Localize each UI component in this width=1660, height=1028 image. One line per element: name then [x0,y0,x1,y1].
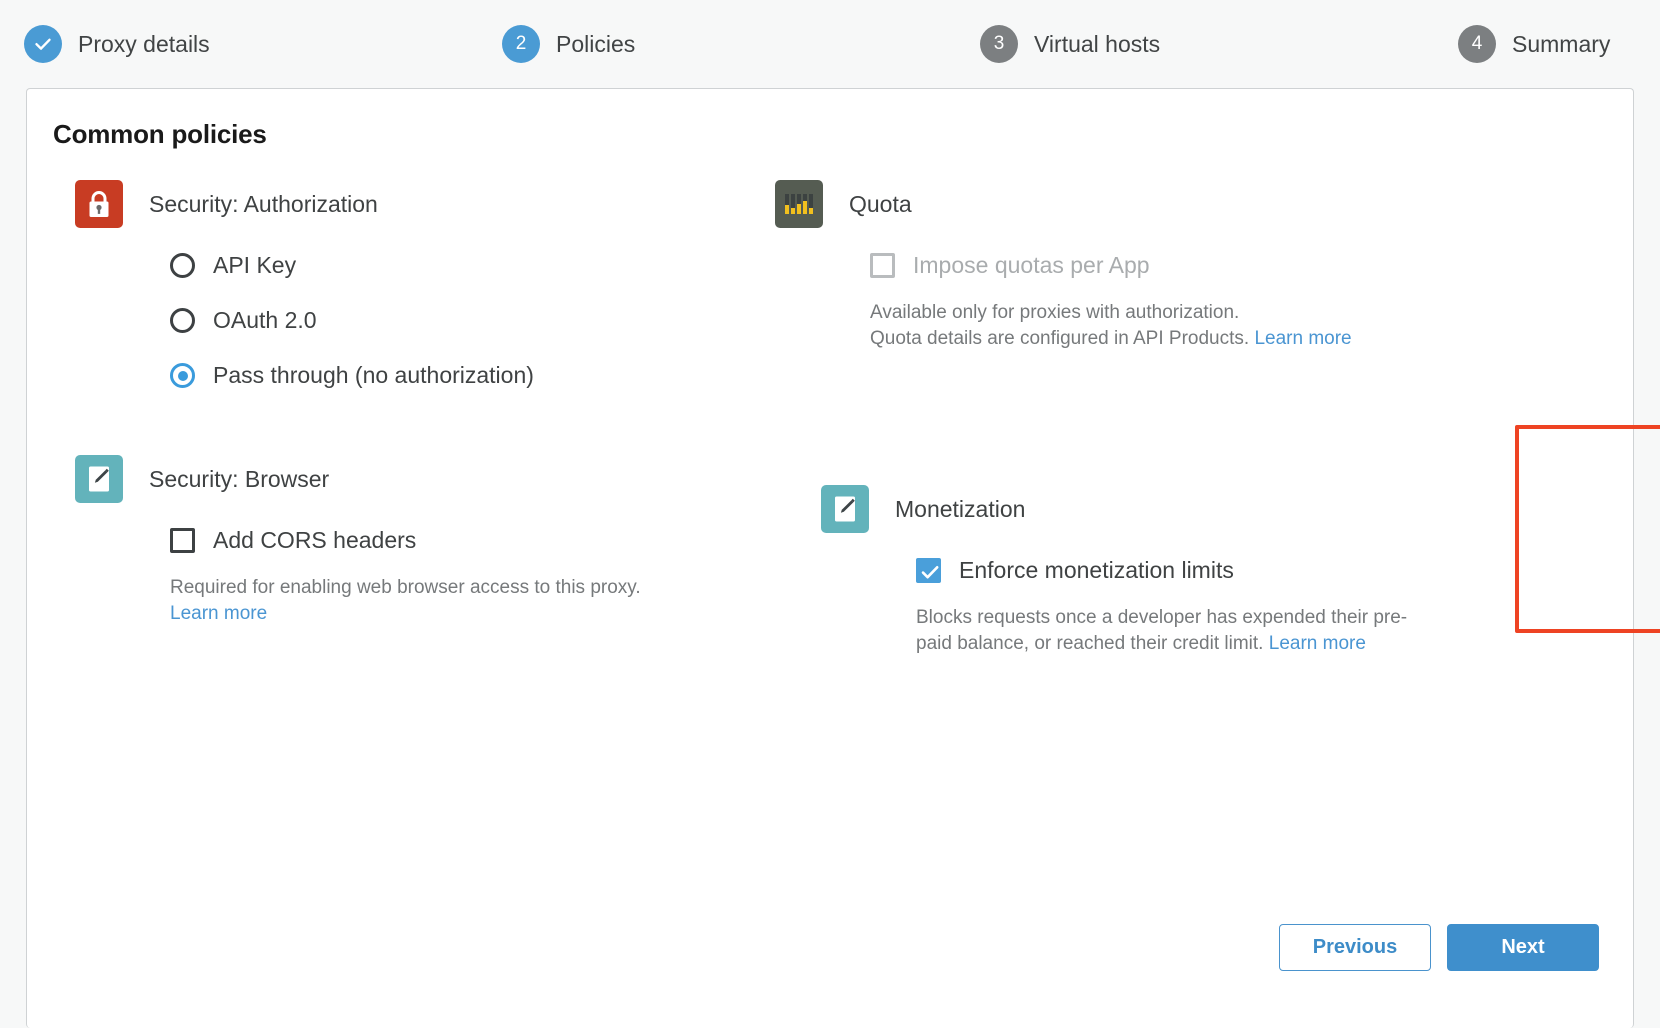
monetization-description: Blocks requests once a developer has exp… [916,605,1475,657]
checkbox-option-impose-quotas[interactable]: Impose quotas per App [870,238,1475,293]
previous-button[interactable]: Previous [1279,924,1431,971]
monetization-desc-line-2-wrap: paid balance, or reached their credit li… [916,631,1475,657]
checkbox-add-cors-label: Add CORS headers [213,527,416,554]
radio-oauth-label: OAuth 2.0 [213,307,317,334]
check-icon [921,564,940,581]
policy-security-browser: Security: Browser Add CORS headers Requi… [75,453,775,657]
step-1-badge [24,25,62,63]
monetization-learn-more-link[interactable]: Learn more [1269,633,1366,654]
authorization-title: Security: Authorization [149,178,775,230]
radio-pass-through-label: Pass through (no authorization) [213,362,534,389]
browser-learn-more-link[interactable]: Learn more [170,603,267,624]
browser-options: Add CORS headers Required for enabling w… [149,513,775,627]
policy-monetization-wrapper: Monetization Enforce monetization limits [775,453,1475,657]
policy-monetization: Monetization Enforce monetization limits [775,453,1475,657]
monetization-desc-line-1: Blocks requests once a developer has exp… [916,605,1475,631]
checkbox-impose-quotas[interactable] [870,253,895,278]
browser-learn-more-wrap: Learn more [170,601,775,627]
step-summary[interactable]: 4 Summary [1458,25,1610,63]
step-1-label: Proxy details [78,31,210,58]
radio-option-api-key[interactable]: API Key [170,238,775,293]
check-icon [33,34,53,54]
authorization-options: API Key OAuth 2.0 Pass through (no autho… [149,238,775,403]
browser-desc-line-1: Required for enabling web browser access… [170,575,775,601]
quota-desc-line-2-wrap: Quota details are configured in API Prod… [870,326,1475,352]
quota-desc-line-1: Available only for proxies with authoriz… [870,300,1475,326]
policies-grid: Security: Authorization API Key OAuth 2.… [27,178,1633,657]
checkbox-option-enforce-monetization[interactable]: Enforce monetization limits [916,543,1475,598]
step-policies[interactable]: 2 Policies [502,25,980,63]
policy-row-2: Security: Browser Add CORS headers Requi… [75,453,1633,657]
radio-pass-through[interactable] [170,363,195,388]
monetization-title: Monetization [895,483,1475,535]
monetization-desc-line-2: paid balance, or reached their credit li… [916,633,1263,654]
monetization-body: Monetization Enforce monetization limits [895,483,1475,657]
checkbox-impose-quotas-label: Impose quotas per App [913,252,1150,279]
step-2-label: Policies [556,31,635,58]
next-button[interactable]: Next [1447,924,1599,971]
quota-options: Impose quotas per App Available only for… [849,238,1475,352]
quota-title: Quota [849,178,1475,230]
wizard-stepper: Proxy details 2 Policies 3 Virtual hosts… [0,0,1660,88]
step-3-badge: 3 [980,25,1018,63]
checkbox-enforce-monetization-label: Enforce monetization limits [959,557,1234,584]
policy-quota: Quota Impose quotas per App Available on… [775,178,1475,403]
step-4-label: Summary [1512,31,1610,58]
browser-body: Security: Browser Add CORS headers Requi… [149,453,775,627]
wizard-footer: Previous Next [1279,924,1599,971]
quota-description: Available only for proxies with authoriz… [870,300,1475,352]
checkbox-option-add-cors[interactable]: Add CORS headers [170,513,775,568]
radio-option-pass-through[interactable]: Pass through (no authorization) [170,348,775,403]
radio-oauth[interactable] [170,308,195,333]
quota-body: Quota Impose quotas per App Available on… [849,178,1475,352]
step-4-badge: 4 [1458,25,1496,63]
policy-row-1: Security: Authorization API Key OAuth 2.… [75,178,1633,403]
step-virtual-hosts[interactable]: 3 Virtual hosts [980,25,1458,63]
pencil-icon [75,455,123,503]
checkbox-add-cors-headers[interactable] [170,528,195,553]
lock-icon [75,180,123,228]
bar-chart-icon [775,180,823,228]
step-proxy-details[interactable]: Proxy details [24,25,502,63]
quota-learn-more-link[interactable]: Learn more [1254,328,1351,349]
step-3-label: Virtual hosts [1034,31,1160,58]
browser-description: Required for enabling web browser access… [170,575,775,627]
authorization-body: Security: Authorization API Key OAuth 2.… [149,178,775,403]
quota-desc-line-2: Quota details are configured in API Prod… [870,328,1249,349]
page-title: Common policies [27,89,1633,150]
step-2-badge: 2 [502,25,540,63]
monetization-options: Enforce monetization limits Blocks reque… [895,543,1475,657]
radio-api-key[interactable] [170,253,195,278]
common-policies-card: Common policies Security: Authorization [26,88,1634,1028]
radio-api-key-label: API Key [213,252,296,279]
radio-option-oauth[interactable]: OAuth 2.0 [170,293,775,348]
browser-title: Security: Browser [149,453,775,505]
monetization-highlight-box [1515,425,1660,633]
checkbox-enforce-monetization-limits[interactable] [916,558,941,583]
pencil-icon [821,485,869,533]
policy-security-authorization: Security: Authorization API Key OAuth 2.… [75,178,775,403]
